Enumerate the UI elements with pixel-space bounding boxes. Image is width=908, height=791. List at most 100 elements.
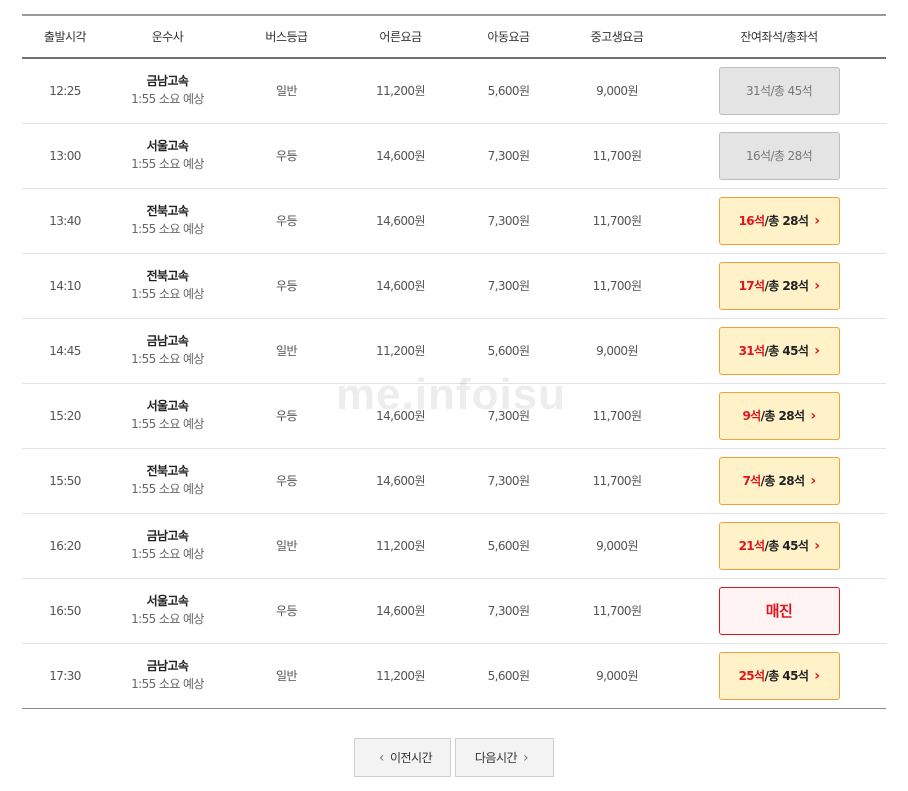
select-seat-button[interactable]: 31석 /총 45석 ›	[718, 326, 840, 375]
prev-time-button[interactable]: ‹ 이전시간	[354, 738, 451, 777]
departure-time: 15:20	[49, 408, 81, 423]
chevron-right-icon: ›	[814, 277, 820, 294]
operator-name: 서울고속	[146, 399, 189, 413]
select-seat-button[interactable]: 16석 /총 28석 ›	[718, 196, 840, 245]
sold-out-label: 매진	[765, 602, 793, 620]
operator-name: 전북고속	[146, 204, 189, 218]
total-seats: /총 28석	[760, 409, 805, 423]
bus-schedule-table: 출발시각 운수사 버스등급 어른요금 아동요금 중고생요금 잔여좌석/총좌석 1…	[22, 14, 886, 709]
operator-name: 금남고속	[146, 334, 189, 348]
select-seat-button[interactable]: 17석 /총 28석 ›	[718, 261, 840, 310]
seat-cell: 31석 /총 45석 ›	[672, 318, 886, 383]
operator-name: 금남고속	[146, 659, 189, 673]
remaining-seats: 7석	[742, 474, 761, 488]
next-time-button[interactable]: 다음시간 ›	[455, 738, 554, 777]
operator-cell: 서울고속 1:55 소요 예상	[108, 123, 227, 188]
select-seat-button[interactable]: 25석 /총 45석 ›	[718, 651, 840, 700]
departure-time: 17:30	[49, 668, 81, 683]
operator-cell: 금남고속 1:55 소요 예상	[108, 513, 227, 578]
header-adult-fare: 어른요금	[379, 30, 422, 44]
total-seats: /총 28석	[764, 214, 809, 228]
table-row: 14:10 전북고속 1:55 소요 예상 우등 14,600원 7,300원 11,700…	[22, 253, 886, 318]
trip-duration: 1:55 소요 예상	[131, 417, 204, 431]
student-fare: 9,000원	[596, 84, 638, 99]
remaining-seats: 21석	[738, 539, 766, 553]
trip-duration: 1:55 소요 예상	[131, 547, 204, 561]
remaining-seats: 16석	[738, 214, 766, 228]
operator-name: 전북고속	[146, 269, 189, 283]
departure-time: 13:00	[49, 148, 81, 163]
table-row: 16:20 금남고속 1:55 소요 예상 일반 11,200원 5,600원 9,000원…	[22, 513, 886, 578]
header-seats: 잔여좌석/총좌석	[740, 30, 818, 44]
table-row: 12:25 금남고속 1:55 소요 예상 일반 11,200원 5,600원 9,000원…	[22, 58, 886, 123]
seat-status-disabled: 31석 /총 45석	[718, 66, 840, 115]
bus-grade: 일반	[276, 84, 297, 99]
student-fare: 11,700원	[592, 214, 642, 228]
child-fare: 7,300원	[487, 604, 530, 618]
child-fare: 7,300원	[487, 214, 530, 228]
trip-duration: 1:55 소요 예상	[131, 482, 204, 496]
departure-time: 14:45	[49, 343, 81, 358]
header-student-fare: 중고생요금	[590, 30, 644, 44]
table-row: 14:45 금남고속 1:55 소요 예상 일반 11,200원 5,600원 9,000원…	[22, 318, 886, 383]
child-fare: 5,600원	[487, 84, 530, 99]
trip-duration: 1:55 소요 예상	[131, 677, 204, 691]
operator-cell: 금남고속 1:55 소요 예상	[108, 643, 227, 708]
bus-grade: 우등	[276, 279, 297, 293]
remaining-seats: 31석	[745, 84, 771, 99]
adult-fare: 14,600원	[376, 604, 425, 618]
operator-cell: 전북고속 1:55 소요 예상	[108, 448, 227, 513]
chevron-right-icon: ›	[810, 472, 816, 489]
trip-duration: 1:55 소요 예상	[131, 157, 204, 171]
operator-name: 서울고속	[146, 594, 189, 608]
select-seat-button[interactable]: 7석 /총 28석 ›	[718, 456, 840, 505]
departure-time: 15:50	[49, 473, 81, 488]
operator-cell: 서울고속 1:55 소요 예상	[108, 383, 227, 448]
child-fare: 5,600원	[487, 344, 530, 358]
trip-duration: 1:55 소요 예상	[131, 352, 204, 366]
child-fare: 7,300원	[487, 279, 530, 293]
seat-cell: 16석 /총 28석	[672, 123, 886, 188]
header-operator: 운수사	[151, 30, 184, 44]
select-seat-button[interactable]: 9석 /총 28석 ›	[718, 391, 840, 440]
total-seats: /총 45석	[764, 539, 809, 553]
remaining-seats: 17석	[738, 279, 766, 293]
student-fare: 9,000원	[596, 344, 638, 358]
student-fare: 9,000원	[596, 669, 638, 683]
header-child-fare: 아동요금	[487, 30, 530, 44]
adult-fare: 14,600원	[376, 149, 425, 163]
child-fare: 7,300원	[487, 474, 530, 488]
chevron-right-icon: ›	[814, 667, 820, 684]
select-seat-button[interactable]: 21석 /총 45석 ›	[718, 521, 840, 570]
bus-grade: 우등	[276, 409, 297, 423]
next-time-label: 다음시간	[474, 751, 518, 765]
chevron-right-icon: ›	[810, 407, 816, 424]
student-fare: 11,700원	[592, 149, 642, 163]
trip-duration: 1:55 소요 예상	[131, 612, 204, 626]
departure-time: 14:10	[49, 278, 81, 293]
total-seats: /총 45석	[764, 344, 809, 358]
chevron-left-icon: ‹	[378, 749, 385, 766]
schedule-rows: 12:25 금남고속 1:55 소요 예상 일반 11,200원 5,600원 9,000원…	[22, 58, 886, 708]
child-fare: 5,600원	[487, 539, 530, 553]
operator-cell: 금남고속 1:55 소요 예상	[108, 318, 227, 383]
departure-time: 16:50	[49, 603, 81, 618]
remaining-seats: 31석	[738, 344, 766, 358]
total-seats: /총 45석	[764, 669, 809, 683]
seat-cell: 7석 /총 28석 ›	[672, 448, 886, 513]
bus-grade: 우등	[276, 474, 297, 488]
adult-fare: 14,600원	[376, 214, 425, 228]
seat-cell: 16석 /총 28석 ›	[672, 188, 886, 253]
trip-duration: 1:55 소요 예상	[131, 287, 204, 301]
student-fare: 11,700원	[592, 279, 642, 293]
trip-duration: 1:55 소요 예상	[131, 222, 204, 236]
child-fare: 7,300원	[487, 409, 530, 423]
chevron-right-icon: ›	[523, 749, 529, 766]
departure-time: 12:25	[49, 83, 81, 98]
adult-fare: 14,600원	[376, 474, 425, 488]
operator-cell: 금남고속 1:55 소요 예상	[108, 58, 227, 123]
seat-cell: 21석 /총 45석 ›	[672, 513, 886, 578]
departure-time: 13:40	[49, 213, 81, 228]
bus-grade: 일반	[276, 344, 297, 358]
child-fare: 5,600원	[487, 669, 530, 683]
